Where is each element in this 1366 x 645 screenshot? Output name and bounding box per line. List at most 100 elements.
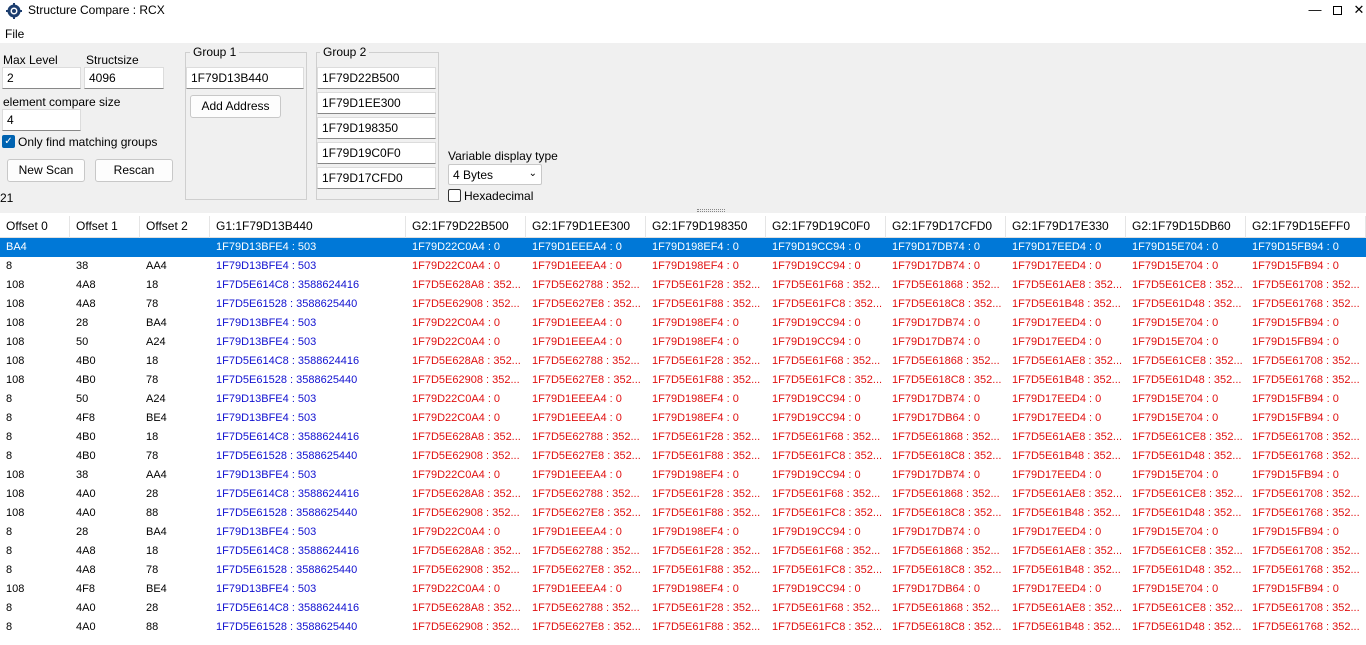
table-cell: 1F7D5E628A8 : 352... xyxy=(412,488,521,500)
table-cell: 108 xyxy=(6,469,25,481)
table-row[interactable]: 108 4B0 18 1F7D5E614C8 : 3588624416 1F7D5E62… xyxy=(0,352,1366,371)
table-cell: 1F7D5E61528 : 3588625440 xyxy=(216,298,358,310)
add-address-button[interactable]: Add Address xyxy=(190,95,281,118)
column-header[interactable]: G2:1F79D15DB60 xyxy=(1126,216,1246,238)
close-button[interactable]: ✕ xyxy=(1344,0,1366,22)
table-cell: 1F7D5E61528 : 3588625440 xyxy=(216,450,358,462)
table-row[interactable]: 8 4A0 88 1F7D5E61528 : 3588625440 1F7D5E6290… xyxy=(0,618,1366,637)
table-cell: 78 xyxy=(146,564,159,576)
table-cell: 1F79D15FB94 : 0 xyxy=(1252,393,1339,405)
table-row[interactable]: 108 28 BA4 1F79D13BFE4 : 503 1F79D22C0A4 : 0… xyxy=(0,314,1366,333)
window-title: Structure Compare : RCX xyxy=(28,3,165,17)
column-header[interactable]: G1:1F79D13B440 xyxy=(210,216,406,238)
column-header[interactable]: G2:1F79D15EFF0 xyxy=(1246,216,1366,238)
table-cell: 1F79D17DB64 : 0 xyxy=(892,583,981,595)
group2-address-3[interactable]: 1F79D19C0F0 xyxy=(317,142,436,164)
table-row[interactable]: 8 4B0 78 1F7D5E61528 : 3588625440 1F7D5E6290… xyxy=(0,447,1366,466)
column-header[interactable]: Offset 2 xyxy=(140,216,210,238)
splitter-handle[interactable] xyxy=(697,209,725,212)
table-row[interactable]: 8 4B0 18 1F7D5E614C8 : 3588624416 1F7D5E628A… xyxy=(0,428,1366,447)
table-row[interactable]: 108 38 AA4 1F79D13BFE4 : 503 1F79D22C0A4 : 0… xyxy=(0,466,1366,485)
table-cell: 1F7D5E61F68 : 352... xyxy=(772,602,881,614)
table-cell: 8 xyxy=(6,393,13,405)
table-cell: 1F79D19CC94 : 0 xyxy=(772,412,861,424)
table-cell: 1F79D15FB94 : 0 xyxy=(1252,469,1339,481)
table-cell: 1F7D5E618C8 : 352... xyxy=(892,564,1002,576)
table-row[interactable]: 108 4A8 78 1F7D5E61528 : 3588625440 1F7D5E62… xyxy=(0,295,1366,314)
max-level-input[interactable]: 2 xyxy=(2,67,81,89)
group1-address-0[interactable]: 1F79D13B440 xyxy=(186,67,304,89)
table-row[interactable]: 8 4A8 18 1F7D5E614C8 : 3588624416 1F7D5E628A… xyxy=(0,542,1366,561)
structsize-input[interactable]: 4096 xyxy=(84,67,164,89)
rescan-button[interactable]: Rescan xyxy=(95,159,173,182)
table-cell: 1F79D19CC94 : 0 xyxy=(772,526,861,538)
table-row[interactable]: 108 4A8 18 1F7D5E614C8 : 3588624416 1F7D5E62… xyxy=(0,276,1366,295)
variable-display-type-value: 4 Bytes xyxy=(453,168,494,182)
column-header[interactable]: Offset 0 xyxy=(0,216,70,238)
table-cell: BA4 xyxy=(146,526,167,538)
table-row[interactable]: 108 4A0 28 1F7D5E614C8 : 3588624416 1F7D5E62… xyxy=(0,485,1366,504)
only-matching-checkbox[interactable]: ✓ xyxy=(2,135,15,148)
table-row[interactable]: 8 4A8 78 1F7D5E61528 : 3588625440 1F7D5E6290… xyxy=(0,561,1366,580)
table-cell: 1F7D5E627E8 : 352... xyxy=(532,450,641,462)
table-cell: 1F7D5E61FC8 : 352... xyxy=(772,374,883,386)
table-header: Offset 0 Offset 1 Offset 2 G1:1F79D13B440 G2… xyxy=(0,216,1366,238)
group2-address-0[interactable]: 1F79D22B500 xyxy=(317,67,436,89)
table-cell: 1F7D5E61B48 : 352... xyxy=(1012,564,1121,576)
new-scan-button[interactable]: New Scan xyxy=(7,159,85,182)
column-header[interactable]: G2:1F79D198350 xyxy=(646,216,766,238)
table-cell: 4F8 xyxy=(76,412,95,424)
hexadecimal-checkbox[interactable] xyxy=(448,189,461,202)
column-header[interactable]: G2:1F79D17E330 xyxy=(1006,216,1126,238)
table-cell: 1F7D5E61528 : 3588625440 xyxy=(216,564,358,576)
results-table: Offset 0 Offset 1 Offset 2 G1:1F79D13B440 G2… xyxy=(0,216,1366,645)
column-header[interactable]: G2:1F79D17CFD0 xyxy=(886,216,1006,238)
table-cell: 1F7D5E61F88 : 352... xyxy=(652,621,761,633)
table-row[interactable]: 108 50 A24 1F79D13BFE4 : 503 1F79D22C0A4 : 0… xyxy=(0,333,1366,352)
table-cell: 28 xyxy=(76,526,89,538)
table-cell: 1F79D15E704 : 0 xyxy=(1132,412,1219,424)
table-row[interactable]: 108 4A0 88 1F7D5E61528 : 3588625440 1F7D5E62… xyxy=(0,504,1366,523)
group2-address-4[interactable]: 1F79D17CFD0 xyxy=(317,167,436,189)
variable-display-type-select[interactable]: 4 Bytes ⌄ xyxy=(448,164,542,185)
group2-address-2[interactable]: 1F79D198350 xyxy=(317,117,436,139)
table-row[interactable]: 108 4F8 BE4 1F79D13BFE4 : 503 1F79D22C0A4 : … xyxy=(0,580,1366,599)
element-compare-size-input[interactable]: 4 xyxy=(2,109,81,131)
table-cell: 1F79D17EED4 : 0 xyxy=(1012,412,1102,424)
table-cell: 1F7D5E61CE8 : 352... xyxy=(1132,355,1243,367)
column-header[interactable]: G2:1F79D1EE300 xyxy=(526,216,646,238)
table-cell: 1F79D17EED4 : 0 xyxy=(1012,583,1102,595)
table-row[interactable]: 8 28 BA4 1F79D13BFE4 : 503 1F79D22C0A4 : 0 1F… xyxy=(0,523,1366,542)
table-cell: 88 xyxy=(146,507,159,519)
table-cell: 1F7D5E61FC8 : 352... xyxy=(772,298,883,310)
table-row[interactable]: 8 4A0 28 1F7D5E614C8 : 3588624416 1F7D5E628A… xyxy=(0,599,1366,618)
table-cell: 4A0 xyxy=(76,488,96,500)
table-cell: 1F7D5E614C8 : 3588624416 xyxy=(216,431,360,443)
table-cell: 1F7D5E628A8 : 352... xyxy=(412,431,521,443)
table-cell: 1F79D15FB94 : 0 xyxy=(1252,412,1339,424)
column-header[interactable]: G2:1F79D22B500 xyxy=(406,216,526,238)
table-cell: 1F79D15E704 : 0 xyxy=(1132,317,1219,329)
table-cell: 1F79D17DB74 : 0 xyxy=(892,241,981,253)
table-cell: 18 xyxy=(146,545,159,557)
table-cell: 8 xyxy=(6,602,13,614)
table-row[interactable]: BA4 1F79D13BFE4 : 503 1F79D22C0A4 : 0 1F79D… xyxy=(0,238,1366,257)
table-row[interactable]: 8 4F8 BE4 1F79D13BFE4 : 503 1F79D22C0A4 : 0 1… xyxy=(0,409,1366,428)
table-cell: 1F7D5E61CE8 : 352... xyxy=(1132,545,1243,557)
column-header[interactable]: G2:1F79D19C0F0 xyxy=(766,216,886,238)
table-row[interactable]: 8 50 A24 1F79D13BFE4 : 503 1F79D22C0A4 : 0 1F… xyxy=(0,390,1366,409)
table-cell: 1F7D5E61F68 : 352... xyxy=(772,431,881,443)
table-cell: 1F79D19CC94 : 0 xyxy=(772,393,861,405)
chevron-down-icon: ⌄ xyxy=(528,168,537,179)
menu-file[interactable]: File xyxy=(5,27,24,41)
group2-address-1[interactable]: 1F79D1EE300 xyxy=(317,92,436,114)
table-row[interactable]: 108 4B0 78 1F7D5E61528 : 3588625440 1F7D5E62… xyxy=(0,371,1366,390)
table-row[interactable]: 8 38 AA4 1F79D13BFE4 : 503 1F79D22C0A4 : 0 1F… xyxy=(0,257,1366,276)
table-cell: 1F79D1EEEA4 : 0 xyxy=(532,469,622,481)
table-cell: 1F79D1EEEA4 : 0 xyxy=(532,583,622,595)
table-cell: AA4 xyxy=(146,260,167,272)
table-cell: 1F7D5E627E8 : 352... xyxy=(532,298,641,310)
column-header[interactable]: Offset 1 xyxy=(70,216,140,238)
table-cell: 1F7D5E61868 : 352... xyxy=(892,355,1000,367)
table-cell: 1F7D5E61F28 : 352... xyxy=(652,602,761,614)
